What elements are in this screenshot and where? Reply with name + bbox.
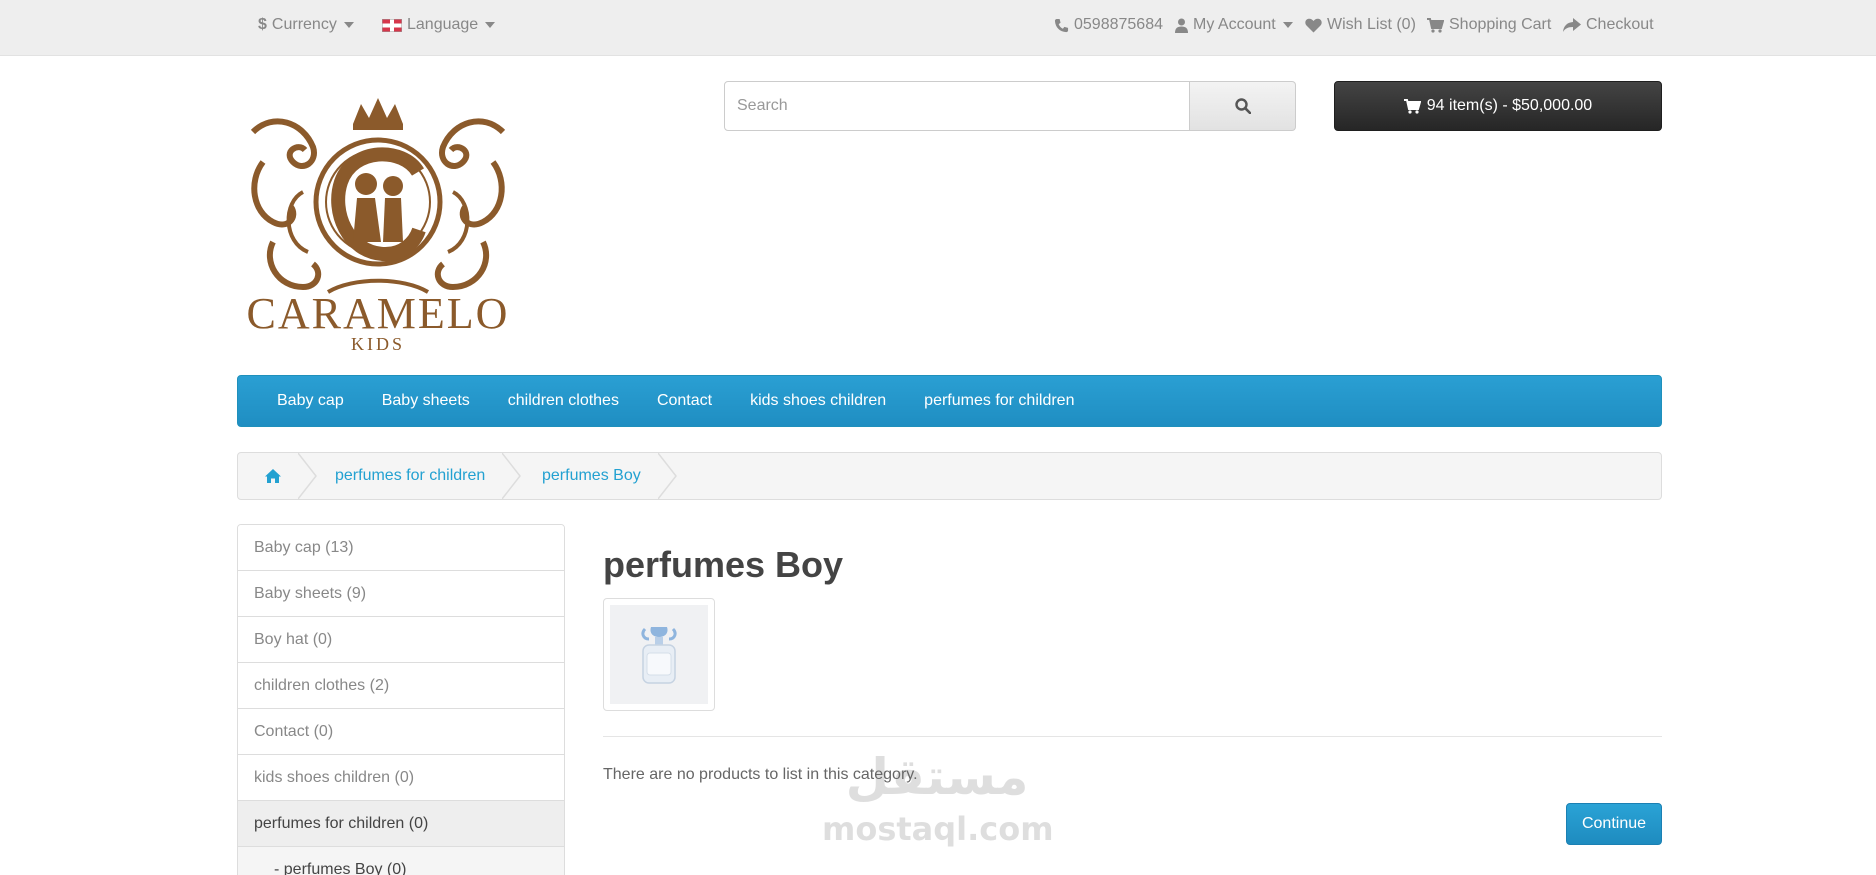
menu-item-kids-shoes[interactable]: kids shoes children [750, 392, 886, 410]
search-button[interactable] [1190, 81, 1296, 131]
caramelo-kids-logo: CARAMELO KIDS [247, 98, 510, 354]
menu-item-baby-sheets[interactable]: Baby sheets [382, 392, 470, 410]
cart-summary: 94 item(s) - $50,000.00 [1426, 97, 1593, 114]
language-label: Language [407, 16, 479, 33]
phone-link[interactable]: 0598875684 [1054, 16, 1163, 34]
sidebar-item-baby-cap[interactable]: Baby cap (13) [238, 525, 564, 571]
perfume-bottle-image [641, 626, 677, 684]
wish-list-label: Wish List (0) [1327, 16, 1416, 33]
phone-number: 0598875684 [1074, 16, 1163, 33]
breadcrumb-separator [658, 453, 677, 499]
heart-icon [1305, 18, 1322, 32]
sidebar-item-boy-hat[interactable]: Boy hat (0) [238, 617, 564, 663]
flag-icon [382, 18, 402, 32]
sidebar-item-contact[interactable]: Contact (0) [238, 709, 564, 755]
my-account-dropdown[interactable]: My Account [1175, 16, 1293, 34]
sidebar-item-perfumes-for-children[interactable]: perfumes for children (0) [238, 801, 564, 847]
page-title: perfumes Boy [603, 544, 844, 585]
shopping-cart-link[interactable]: Shopping Cart [1427, 16, 1551, 34]
top-bar: $ Currency Language 0598875684 My Accoun… [0, 0, 1876, 56]
search-input[interactable] [724, 81, 1190, 131]
currency-label: Currency [271, 16, 337, 33]
cart-icon [1427, 17, 1444, 33]
cart-button[interactable]: 94 item(s) - $50,000.00 [1334, 81, 1662, 131]
continue-button[interactable]: Continue [1566, 803, 1662, 845]
user-icon [1175, 18, 1188, 33]
wish-list-link[interactable]: Wish List (0) [1305, 16, 1416, 34]
breadcrumb-home[interactable] [264, 453, 282, 499]
chevron-down-icon [485, 22, 496, 28]
watermark-arabic: مستقل [845, 748, 1029, 806]
cart-icon [1403, 98, 1421, 114]
menu-item-perfumes[interactable]: perfumes for children [924, 392, 1074, 410]
sidebar-item-perfumes-boy[interactable]: - perfumes Boy (0) [238, 847, 564, 875]
watermark: مستقل mostaql.com [822, 748, 1054, 858]
search-bar [724, 81, 1296, 131]
category-sidebar: Baby cap (13) Baby sheets (9) Boy hat (0… [237, 524, 565, 875]
checkout-link[interactable]: Checkout [1563, 16, 1654, 34]
breadcrumb-separator [502, 453, 521, 499]
breadcrumb: perfumes for children perfumes Boy [237, 452, 1662, 500]
breadcrumb-item-perfumes-boy[interactable]: perfumes Boy [542, 453, 641, 499]
category-image [603, 598, 715, 711]
my-account-label: My Account [1193, 16, 1276, 33]
checkout-label: Checkout [1586, 16, 1654, 33]
watermark-latin: mostaql.com [822, 810, 1054, 848]
currency-dropdown[interactable]: $ Currency [258, 16, 354, 34]
menu-item-children-clothes[interactable]: children clothes [508, 392, 619, 410]
shopping-cart-label: Shopping Cart [1449, 16, 1552, 33]
logo-brand-text: CARAMELO [247, 289, 510, 338]
breadcrumb-item-perfumes-for-children[interactable]: perfumes for children [335, 453, 485, 499]
search-icon [1234, 98, 1251, 114]
phone-icon [1054, 18, 1069, 32]
currency-symbol: $ [258, 16, 267, 33]
home-icon [265, 469, 281, 483]
content-divider [603, 736, 1662, 737]
logo-sub-text: KIDS [351, 334, 405, 354]
sidebar-item-kids-shoes[interactable]: kids shoes children (0) [238, 755, 564, 801]
sidebar-item-children-clothes[interactable]: children clothes (2) [238, 663, 564, 709]
sidebar-item-baby-sheets[interactable]: Baby sheets (9) [238, 571, 564, 617]
breadcrumb-separator [298, 453, 317, 499]
main-menu: Baby cap Baby sheets children clothes Co… [237, 375, 1662, 427]
chevron-down-icon [1282, 22, 1293, 28]
menu-item-contact[interactable]: Contact [657, 392, 712, 410]
store-logo[interactable]: CARAMELO KIDS [243, 92, 513, 354]
share-arrow-icon [1563, 17, 1581, 32]
language-dropdown[interactable]: Language [382, 16, 496, 34]
menu-item-baby-cap[interactable]: Baby cap [277, 392, 344, 410]
chevron-down-icon [343, 22, 354, 28]
